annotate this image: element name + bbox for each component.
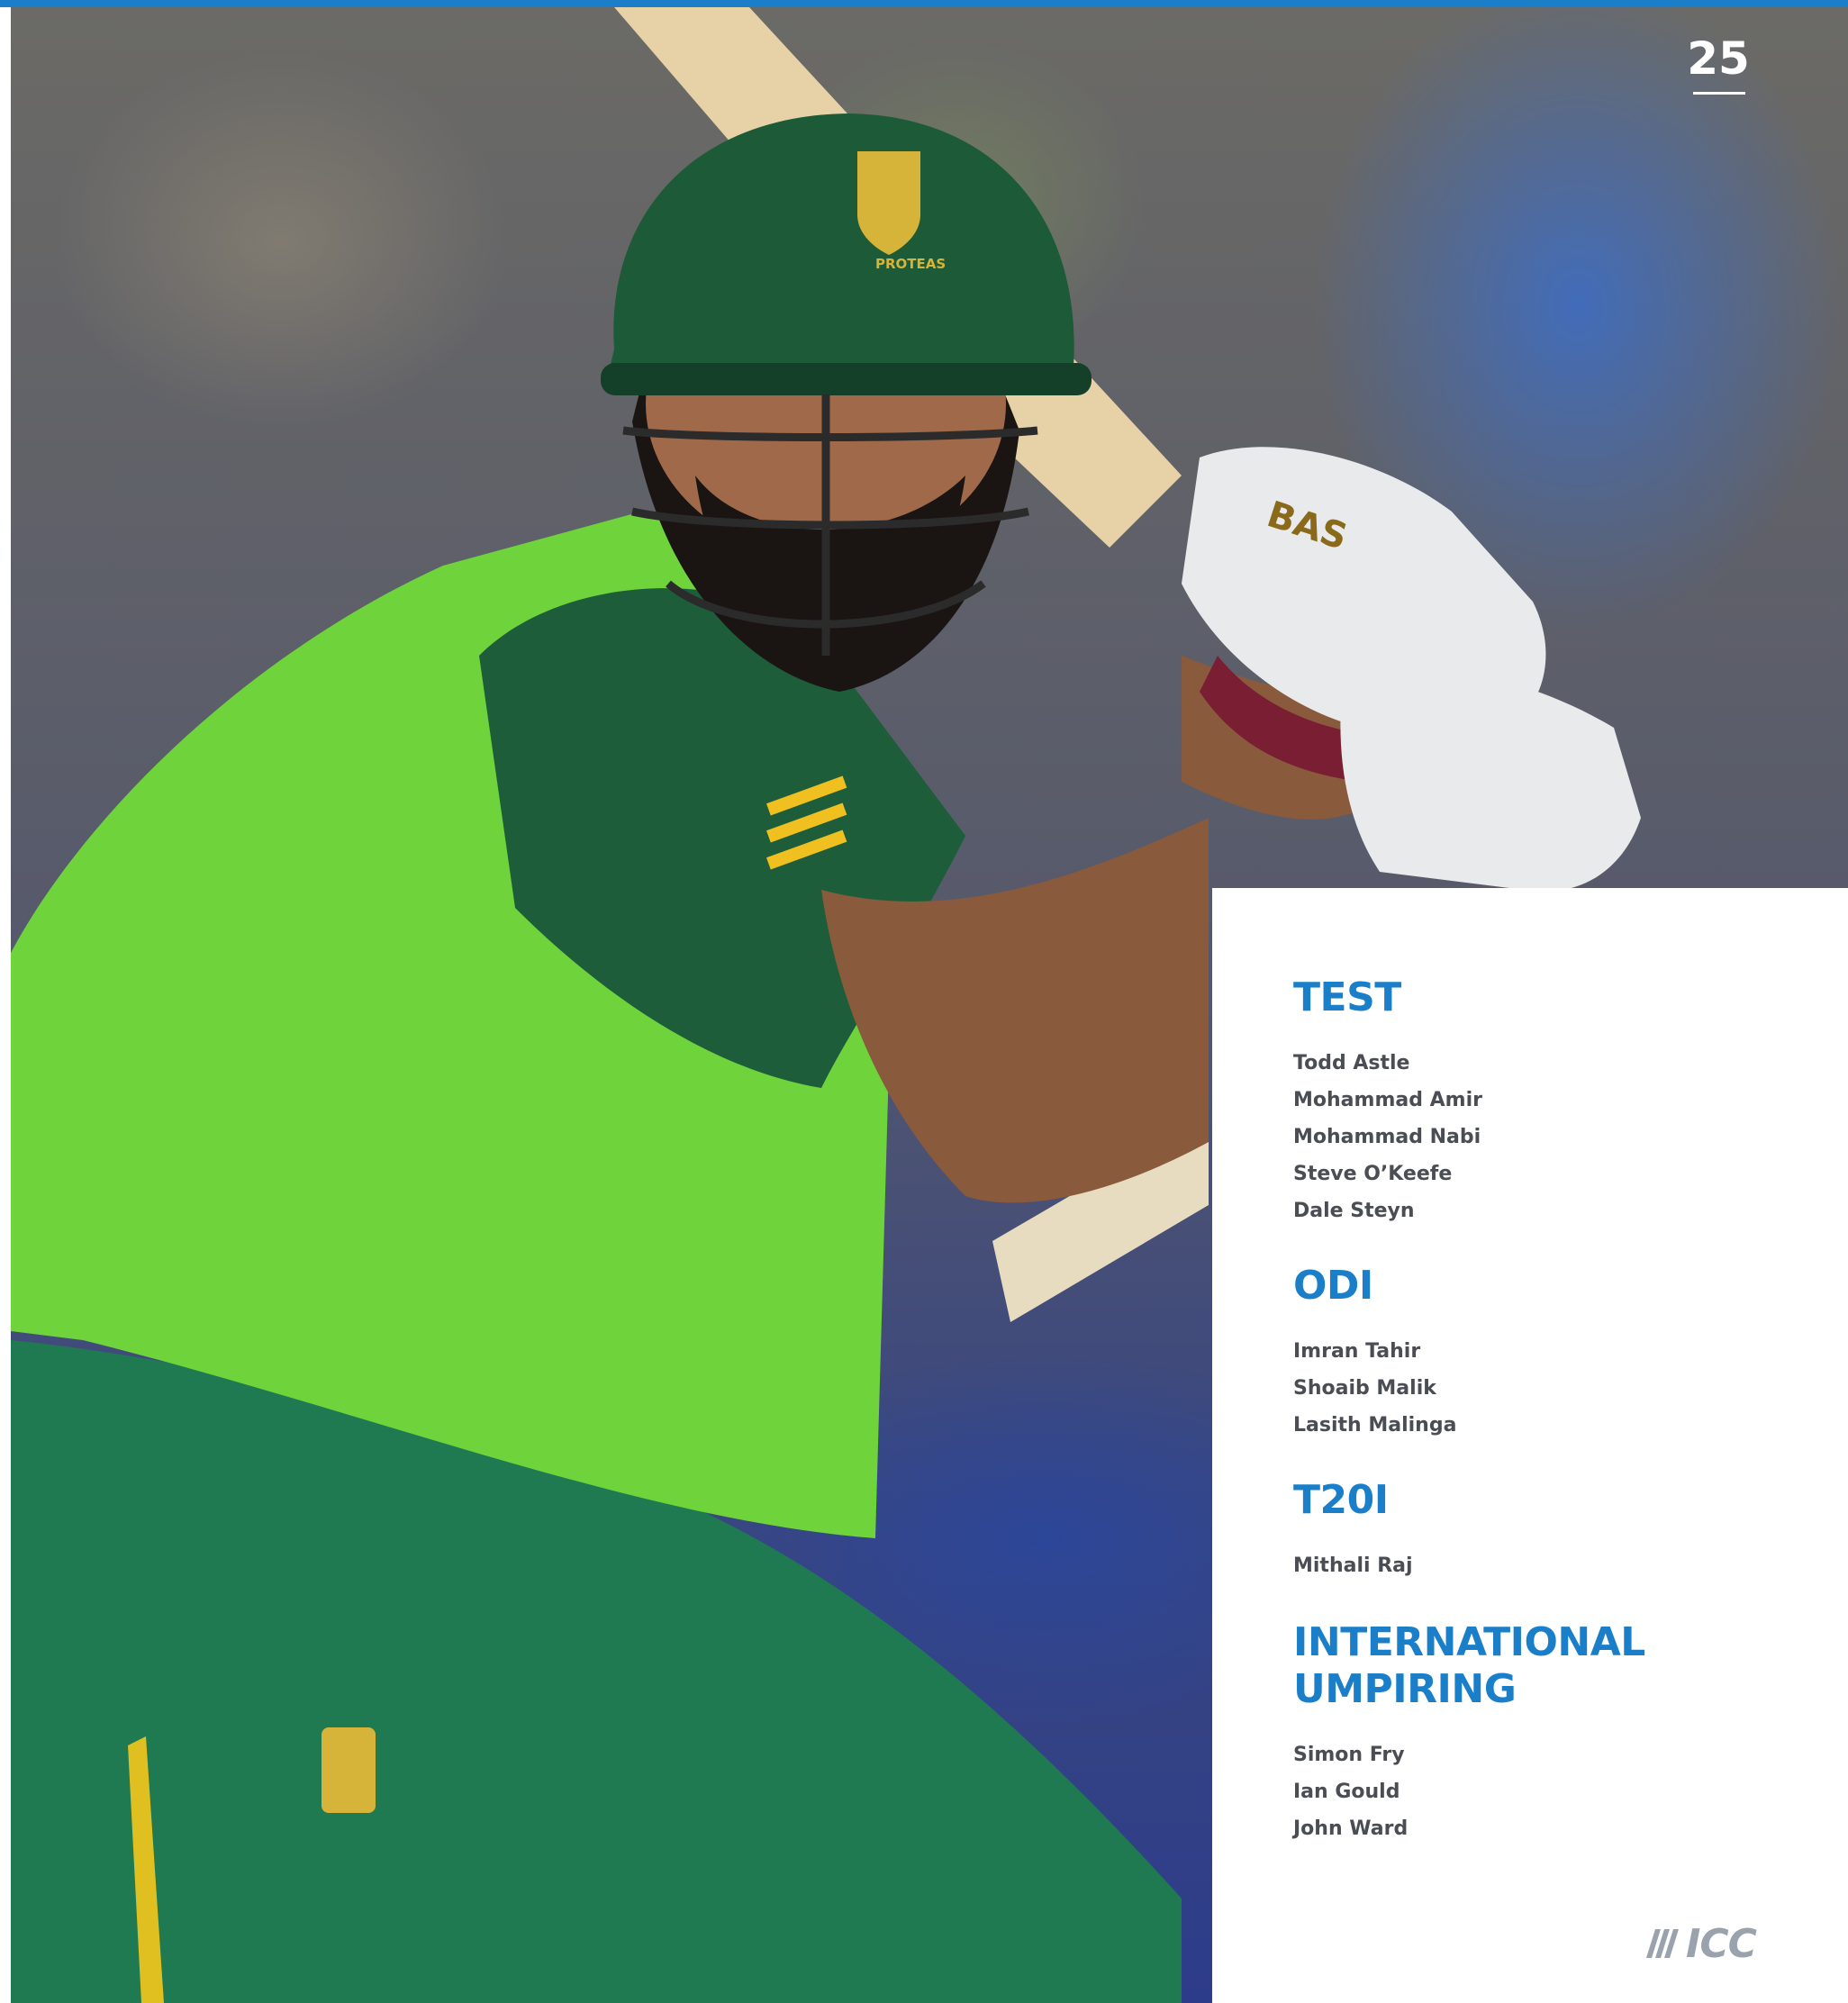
page-number-underline [1693,92,1745,95]
name-list: Imran Tahir Shoaib Malik Lasith Malinga [1293,1333,1456,1444]
list-item: Mohammad Nabi [1293,1126,1481,1148]
list-item: Shoaib Malik [1293,1377,1436,1400]
name-list: Mithali Raj [1293,1547,1413,1584]
section-test: TEST Todd Astle Mohammad Amir Mohammad N… [1293,974,1482,1229]
list-item: Todd Astle [1293,1052,1410,1074]
icc-logo: ICC [1643,1921,1757,1967]
section-title: T20I [1293,1477,1389,1523]
icc-logo-text: ICC [1686,1920,1757,1967]
batting-glove-bottom [1340,666,1641,892]
helmet-badge-text: PROTEAS [875,256,946,272]
helmet [605,113,1083,394]
section-title: INTERNATIONAL UMPIRING [1293,1619,1645,1712]
list-item: Steve O’Keefe [1293,1163,1453,1185]
list-item: Mithali Raj [1293,1554,1413,1577]
section-title: ODI [1293,1263,1373,1309]
section-t20i: T20I Mithali Raj [1293,1477,1413,1584]
section-international-umpiring: INTERNATIONAL UMPIRING Simon Fry Ian Gou… [1293,1619,1645,1847]
top-accent-bar [0,0,1848,7]
list-item: Lasith Malinga [1293,1414,1457,1437]
section-odi: ODI Imran Tahir Shoaib Malik Lasith Mali… [1293,1263,1456,1444]
trouser-badge [322,1727,376,1813]
awards-panel: TEST Todd Astle Mohammad Amir Mohammad N… [1212,888,1848,2003]
list-item: Mohammad Amir [1293,1089,1482,1111]
name-list: Todd Astle Mohammad Amir Mohammad Nabi S… [1293,1045,1482,1229]
list-item: Imran Tahir [1293,1340,1421,1363]
icc-logo-mark-icon [1646,1929,1679,1958]
name-list: Simon Fry Ian Gould John Ward [1293,1736,1617,1847]
list-item: John Ward [1293,1817,1409,1840]
list-item: Ian Gould [1293,1781,1400,1803]
helmet-peak [601,363,1092,395]
page-number: 25 [1687,32,1750,85]
list-item: Dale Steyn [1293,1200,1415,1222]
list-item: Simon Fry [1293,1744,1405,1766]
section-title: TEST [1293,974,1401,1020]
